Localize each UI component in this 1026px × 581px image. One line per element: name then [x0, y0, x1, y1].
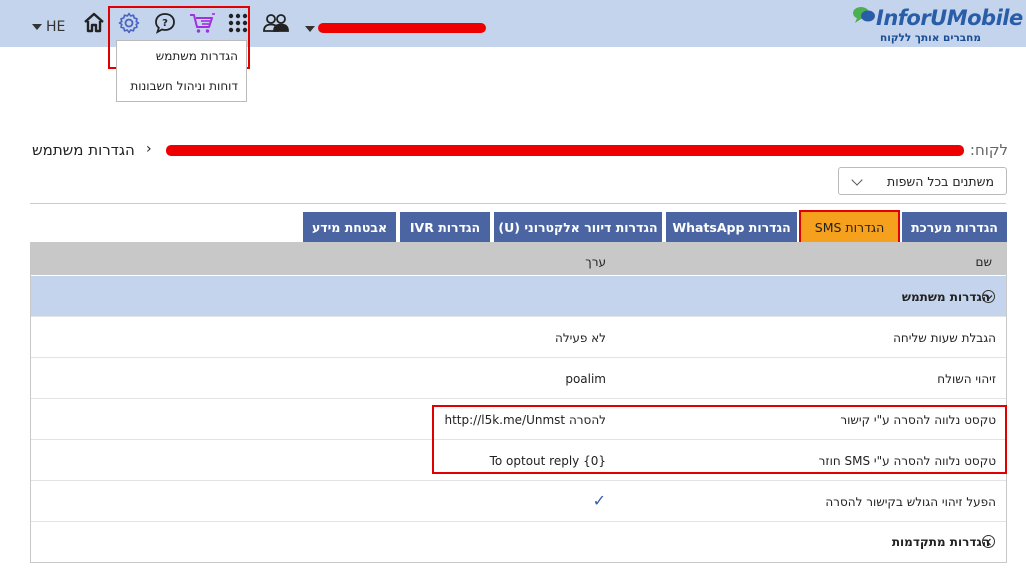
logo-chat-bubbles-icon [852, 6, 876, 24]
tab-system-settings[interactable]: הגדרות מערכת [902, 212, 1007, 242]
menu-item-reports-accounts[interactable]: דוחות וניהול חשבונות [130, 79, 238, 93]
row-divider [31, 316, 1006, 317]
table-row-value[interactable]: לא פעילה [555, 331, 606, 345]
divider [30, 203, 1006, 204]
table-row-name: הגבלת שעות שליחה [893, 331, 996, 345]
table-row-value[interactable]: poalim [565, 372, 606, 386]
tab-info-security[interactable]: אבטחת מידע [303, 212, 396, 242]
tab-email-settings[interactable]: הגדרות דיוור אלקטרוני (U) [494, 212, 662, 242]
table-header [31, 243, 1006, 275]
tab-ivr-settings[interactable]: הגדרות IVR [400, 212, 490, 242]
section-advanced-settings-label[interactable]: הגדרות מתקדמות [892, 535, 990, 549]
client-label: לקוח: [969, 141, 1008, 159]
logo-slogan: מחברים אותך ללקוח [880, 32, 981, 44]
redacted-client-name [166, 145, 964, 156]
page-title: הגדרות משתמש [32, 141, 135, 159]
settings-dropdown-menu: הגדרות משתמש דוחות וניהול חשבונות [116, 40, 247, 102]
row-divider [31, 521, 1006, 522]
row-divider [31, 398, 1006, 399]
row-divider [31, 480, 1006, 481]
column-header-name: שם [975, 255, 992, 269]
logo-brand: InforUMobile [876, 6, 1023, 30]
section-user-settings-label: הגדרות משתמש [901, 290, 990, 304]
language-selector[interactable]: HE [46, 19, 65, 35]
table-row-name: הפעל זיהוי הגולש בקישור להסרה [825, 495, 996, 509]
column-header-value: ערך [585, 255, 606, 269]
language-caret-icon[interactable] [32, 24, 42, 30]
highlight-box-sms-tab [799, 210, 900, 244]
redacted-account-name [318, 23, 486, 33]
language-variables-select[interactable]: משתנים בכל השפות [838, 167, 1007, 195]
users-icon[interactable] [262, 9, 290, 37]
menu-item-user-settings[interactable]: הגדרות משתמש [156, 49, 238, 63]
row-divider [31, 357, 1006, 358]
checkmark-icon[interactable]: ✓ [593, 491, 606, 510]
chevron-down-icon [851, 174, 863, 186]
highlight-box-optout-rows [432, 405, 1007, 474]
section-user-settings[interactable] [31, 276, 1006, 316]
breadcrumb-chevron-icon: › [146, 141, 152, 157]
account-caret-icon[interactable] [305, 26, 315, 32]
tab-whatsapp-settings[interactable]: הגדרות WhatsApp [666, 212, 797, 242]
home-icon[interactable] [80, 9, 108, 37]
table-row-name: זיהוי השולח [937, 372, 996, 386]
language-variables-select-value: משתנים בכל השפות [887, 174, 994, 189]
